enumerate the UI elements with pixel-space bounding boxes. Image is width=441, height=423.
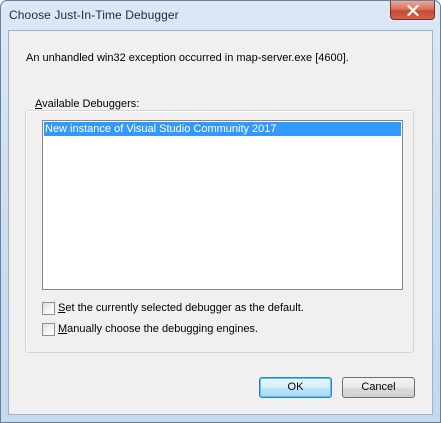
window-title: Choose Just-In-Time Debugger (9, 8, 179, 22)
ok-button[interactable]: OK (259, 377, 332, 398)
available-debuggers-text: vailable Debuggers: (42, 98, 140, 110)
debugger-list-item[interactable]: New instance of Visual Studio Community … (44, 122, 401, 136)
debugger-dialog-window: Choose Just-In-Time Debugger An unhandle… (0, 0, 441, 423)
manual-engines-text: anually choose the debugging engines. (67, 323, 258, 335)
debuggers-listbox[interactable]: New instance of Visual Studio Community … (42, 120, 403, 290)
manual-engines-accel: M (58, 323, 68, 335)
title-bar[interactable]: Choose Just-In-Time Debugger (1, 1, 440, 31)
dialog-body: An unhandled win32 exception occurred in… (8, 30, 433, 415)
manual-engines-option[interactable]: Manually choose the debugging engines. (42, 321, 258, 337)
set-default-checkbox[interactable] (42, 301, 55, 315)
manual-engines-label: Manually choose the debugging engines. (58, 323, 258, 335)
available-debuggers-label: Available Debuggers: (35, 98, 139, 110)
manual-engines-checkbox[interactable] (42, 322, 55, 336)
set-default-option[interactable]: Set the currently selected debugger as t… (42, 300, 304, 316)
set-default-text: et the currently selected debugger as th… (65, 302, 304, 314)
close-icon (407, 5, 419, 16)
set-default-label: Set the currently selected debugger as t… (58, 302, 304, 314)
close-button[interactable] (390, 1, 435, 20)
exception-message: An unhandled win32 exception occurred in… (26, 52, 349, 64)
cancel-button[interactable]: Cancel (342, 377, 415, 398)
